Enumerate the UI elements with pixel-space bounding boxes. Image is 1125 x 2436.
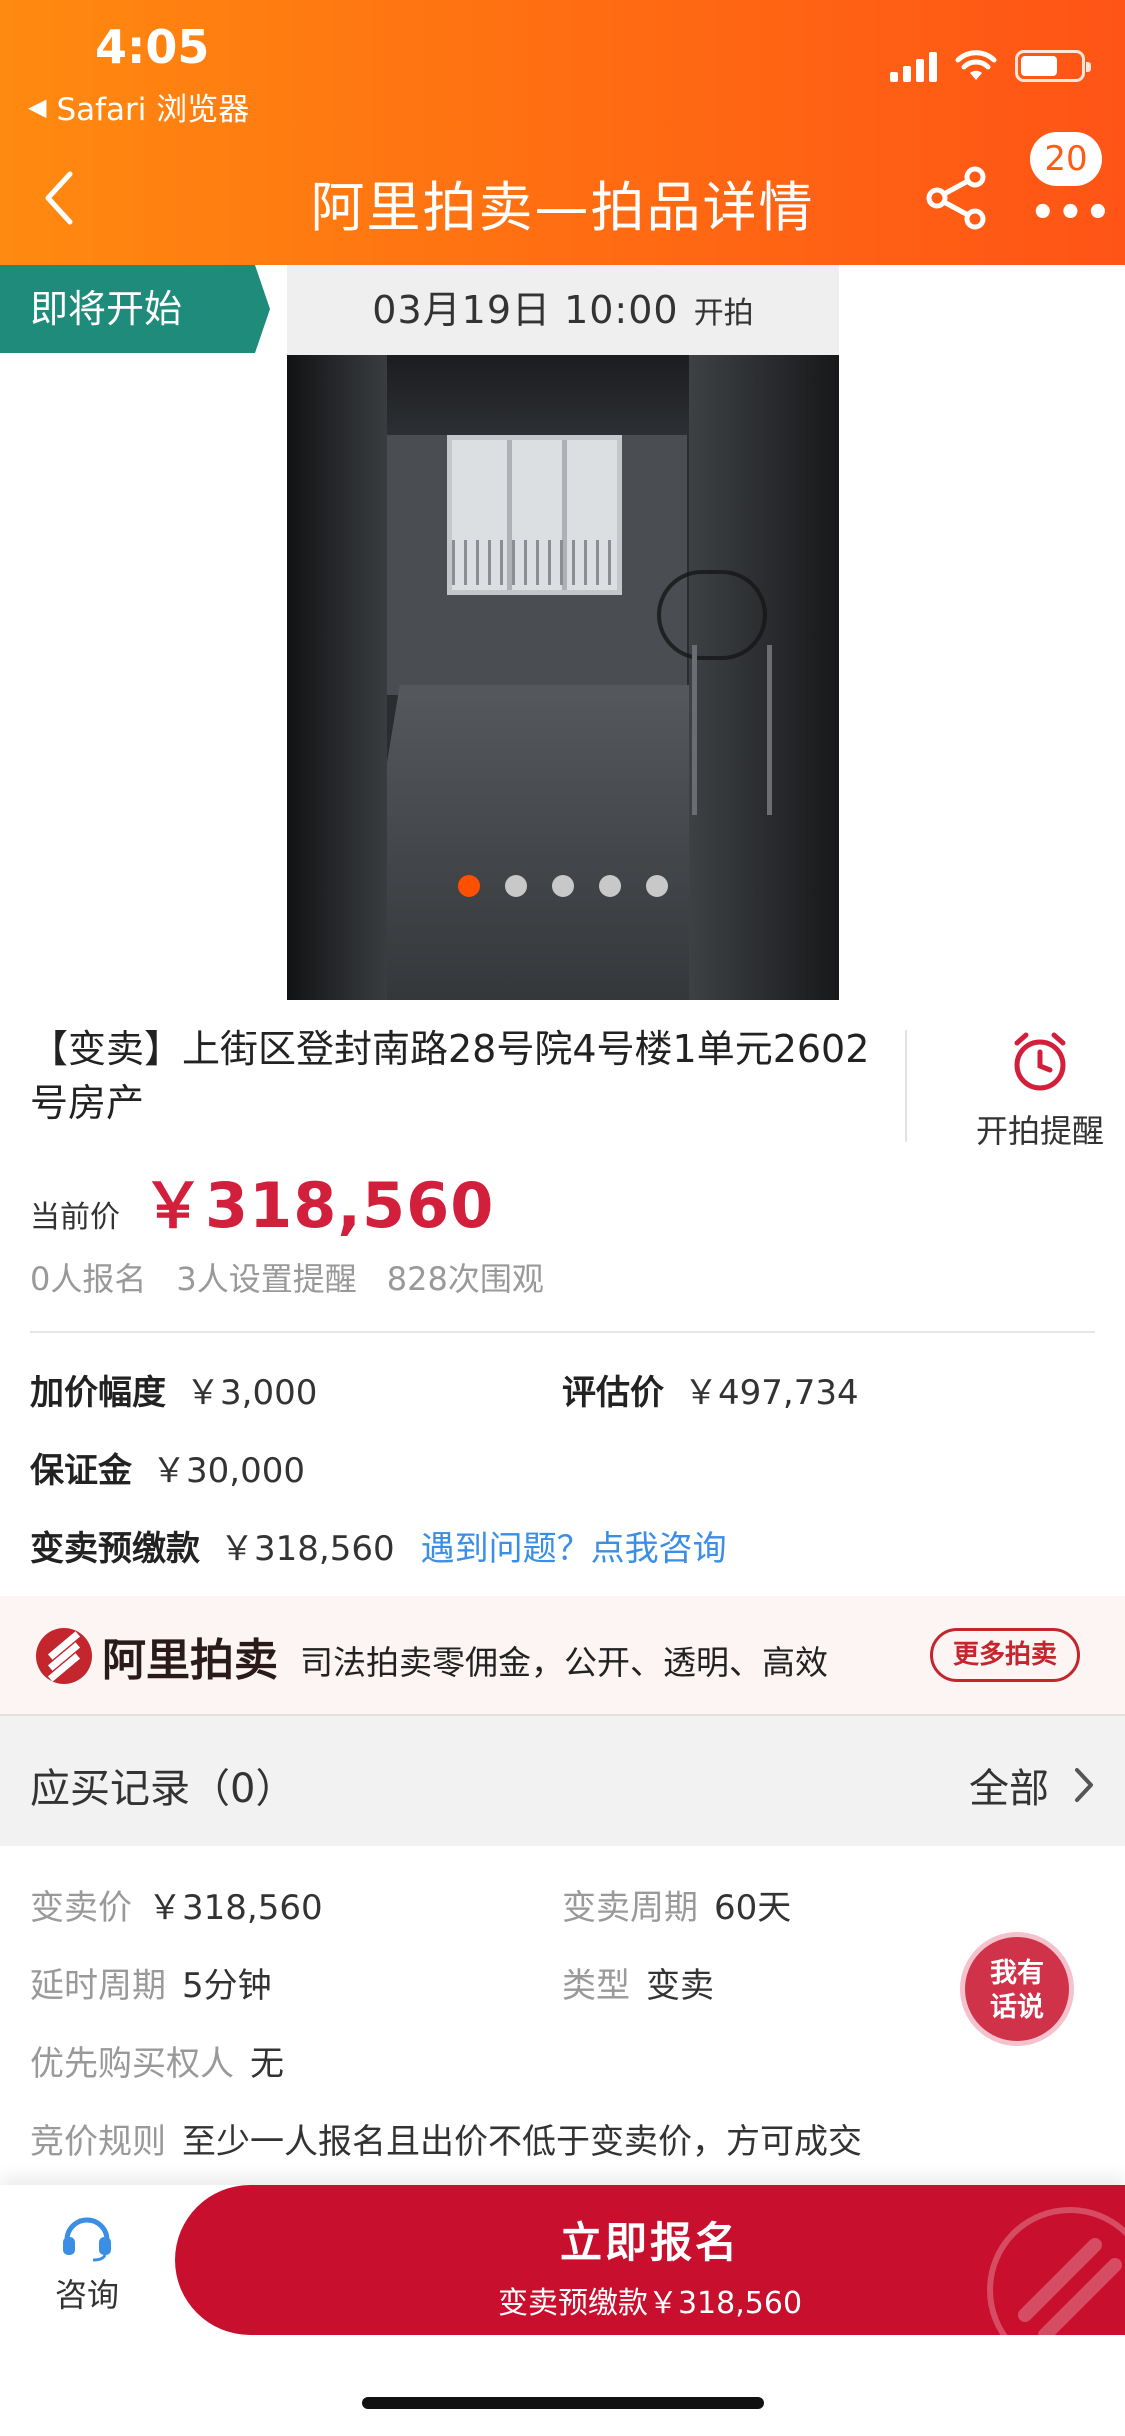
back-app-label: Safari 浏览器 [56, 92, 250, 128]
wifi-icon [955, 50, 997, 80]
ali-slogan: 司法拍卖零佣金，公开、透明、高效 [300, 1643, 828, 1682]
headset-icon [63, 2217, 111, 2262]
bid-records-title: 应买记录（0） [30, 1766, 296, 1812]
more-auctions-button[interactable]: 更多拍卖 [930, 1628, 1080, 1682]
deposit-value: ￥30,000 [152, 1451, 305, 1491]
signup-sub-label: 变卖预缴款￥318,560 [497, 2286, 803, 2321]
current-price-row: 当前价 ￥318,560 [30, 1155, 494, 1245]
start-suffix: 开拍 [693, 296, 754, 331]
divider [905, 1030, 907, 1142]
alarm-clock-icon [1014, 1032, 1066, 1091]
back-to-safari[interactable]: ◀ Safari 浏览器 [28, 84, 249, 129]
prepay-row: 变卖预缴款 ￥318,560 遇到问题？点我咨询 [30, 1521, 727, 1570]
gallery-pagination[interactable] [0, 875, 1125, 897]
reminder-count: 3人设置提醒 [176, 1260, 357, 1298]
increment-label: 加价幅度 [30, 1373, 166, 1413]
consult-label: 咨询 [54, 2276, 119, 2314]
sell-price-value: ￥318,560 [148, 1888, 323, 1928]
status-icons [890, 50, 1091, 82]
bidding-rule-label: 竞价规则 [30, 2122, 166, 2162]
increment-value: ￥3,000 [186, 1373, 318, 1413]
image-gallery[interactable]: 即将开始 03月19日 10:00 开拍 [0, 265, 1125, 1000]
current-price: ￥318,560 [142, 1169, 495, 1242]
remind-button[interactable]: 开拍提醒 [960, 1030, 1120, 1152]
start-datetime: 03月19日 10:00 [372, 288, 679, 332]
consult-button[interactable]: 咨询 [42, 2210, 132, 2316]
comment-line1: 我有 [990, 1958, 1044, 1989]
cellular-signal-icon [890, 52, 937, 82]
status-time: 4:05 [95, 20, 210, 74]
ali-brand-name: 阿里拍卖 [102, 1635, 278, 1686]
sell-period-label: 变卖周期 [562, 1888, 698, 1928]
increment-row: 加价幅度 ￥3,000 [30, 1365, 317, 1414]
sell-period-row: 变卖周期 60天 [562, 1880, 791, 1929]
ali-auction-banner: 阿里拍卖 司法拍卖零佣金，公开、透明、高效 更多拍卖 [0, 1596, 1125, 1714]
message-count-badge[interactable]: 20 [1030, 132, 1102, 186]
gallery-dot[interactable] [457, 875, 480, 897]
view-all-label: 全部 [969, 1766, 1049, 1812]
gallery-dot[interactable] [598, 875, 621, 897]
ali-auction-logo-icon [36, 1628, 92, 1684]
gallery-dot[interactable] [504, 875, 527, 897]
appraisal-label: 评估价 [562, 1373, 664, 1413]
header-bar: 4:05 ◀ Safari 浏览器 阿里拍卖—拍品详情 20 ••• [0, 0, 1125, 265]
help-consult-link[interactable]: 遇到问题？点我咨询 [421, 1529, 727, 1569]
gallery-dot[interactable] [645, 875, 668, 897]
priority-label: 优先购买权人 [30, 2044, 234, 2084]
divider [30, 1331, 1095, 1333]
remind-label: 开拍提醒 [975, 1112, 1104, 1150]
sell-price-row: 变卖价 ￥318,560 [30, 1880, 323, 1929]
gallery-dot[interactable] [551, 875, 574, 897]
priority-value: 无 [250, 2044, 284, 2084]
comment-float-button[interactable]: 我有 话说 [960, 1932, 1074, 2046]
prepay-value: ￥318,560 [220, 1529, 395, 1569]
type-row: 类型 变卖 [562, 1958, 714, 2007]
window-shape [447, 435, 622, 595]
back-triangle-icon: ◀ [28, 92, 47, 121]
comment-line2: 话说 [990, 1992, 1044, 2023]
view-count: 828次围观 [386, 1260, 544, 1298]
type-value: 变卖 [646, 1966, 714, 2006]
chevron-right-icon [1075, 1768, 1093, 1802]
brand-watermark-icon [987, 2207, 1125, 2335]
home-indicator[interactable] [362, 2397, 764, 2409]
deposit-label: 保证金 [30, 1451, 132, 1491]
ali-auction-logo: 阿里拍卖 [36, 1624, 278, 1688]
bid-records-header[interactable]: 应买记录（0） 全部 [0, 1714, 1125, 1846]
sell-period-value: 60天 [714, 1888, 792, 1928]
signup-label: 立即报名 [559, 2218, 740, 2267]
bidding-rule-value: 至少一人报名且出价不低于变卖价，方可成交 [182, 2122, 862, 2162]
delay-value: 5分钟 [182, 1966, 272, 2006]
delay-row: 延时周期 5分钟 [30, 1958, 272, 2007]
more-menu-icon[interactable]: ••• [1030, 190, 1113, 236]
sell-price-label: 变卖价 [30, 1888, 132, 1928]
delay-label: 延时周期 [30, 1966, 166, 2006]
current-price-label: 当前价 [30, 1200, 120, 1235]
item-stats: 0人报名 3人设置提醒 828次围观 [30, 1254, 544, 1300]
status-tag: 即将开始 [0, 265, 270, 353]
prepay-label: 变卖预缴款 [30, 1529, 200, 1569]
signup-count: 0人报名 [30, 1260, 147, 1298]
appraisal-row: 评估价 ￥497,734 [562, 1365, 859, 1414]
appraisal-value: ￥497,734 [684, 1373, 859, 1413]
deposit-row: 保证金 ￥30,000 [30, 1443, 305, 1492]
priority-row: 优先购买权人无 [30, 2036, 284, 2085]
signup-now-button[interactable]: 立即报名 变卖预缴款￥318,560 [175, 2185, 1125, 2335]
view-all-records[interactable]: 全部 [969, 1756, 1095, 1814]
auction-start-time: 03月19日 10:00 开拍 [287, 265, 839, 355]
type-label: 类型 [562, 1966, 630, 2006]
bidding-rule-row: 竞价规则 至少一人报名且出价不低于变卖价，方可成交 [30, 2114, 862, 2163]
share-icon[interactable] [925, 165, 989, 231]
property-photo[interactable] [287, 355, 839, 1000]
item-title: 【变卖】上街区登封南路28号院4号楼1单元2602号房产 [30, 1027, 870, 1125]
battery-icon [1015, 50, 1091, 82]
